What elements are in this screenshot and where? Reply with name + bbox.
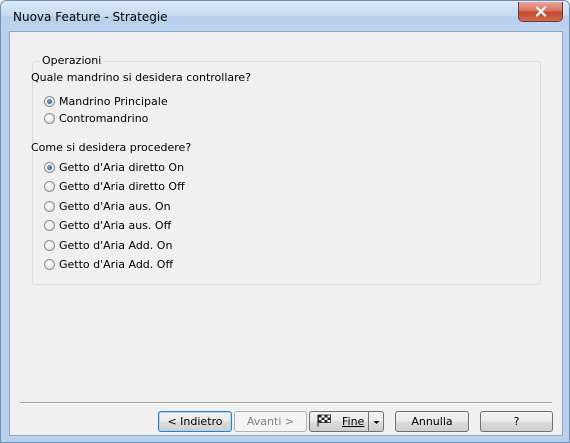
operations-groupbox: Operazioni Quale mandrino si desidera co… [31,54,541,285]
groupbox-title: Operazioni [40,54,104,67]
help-button[interactable]: ? [480,411,553,432]
checkered-flag-icon [316,414,332,430]
radio-getto-aus-off[interactable]: Getto d'Aria aus. Off [44,217,171,233]
radio-button[interactable] [44,219,55,231]
next-button[interactable]: Avanti > [234,411,307,432]
radio-label: Getto d'Aria aus. On [59,199,171,213]
radio-contromandrino[interactable]: Contromandrino [44,110,148,126]
procedure-question: Come si desidera procedere? [31,141,192,154]
radio-label: Getto d'Aria Add. On [59,238,173,252]
close-button[interactable] [518,2,563,22]
radio-label: Contromandrino [59,111,149,125]
radio-button[interactable] [44,239,55,251]
radio-label: Getto d'Aria diretto Off [59,179,185,193]
radio-button[interactable] [44,180,55,192]
radio-mandrino-principale[interactable]: Mandrino Principale [44,93,168,109]
radio-label: Mandrino Principale [59,94,168,108]
radio-button[interactable] [44,112,55,124]
cancel-button[interactable]: Annulla [395,411,469,432]
radio-button-checked[interactable] [44,161,55,173]
radio-getto-diretto-on[interactable]: Getto d'Aria diretto On [44,159,184,175]
button-separator [20,402,552,404]
radio-button[interactable] [44,258,55,270]
finish-dropdown-button[interactable] [368,412,383,431]
radio-label: Getto d'Aria Add. Off [59,257,174,271]
spindle-question: Quale mandrino si desidera controllare? [31,71,252,84]
radio-button[interactable] [44,200,55,212]
close-icon [535,6,547,17]
back-button[interactable]: < Indietro [158,411,232,432]
finish-label: Fine [342,415,365,428]
dropdown-arrow-icon [373,415,380,428]
radio-label: Getto d'Aria aus. Off [59,218,172,232]
finish-button[interactable]: Fine [309,411,384,432]
radio-getto-add-on[interactable]: Getto d'Aria Add. On [44,237,172,253]
radio-button-checked[interactable] [44,95,55,107]
dialog-window: Nuova Feature - Strategie Operazioni Qua… [0,0,570,443]
radio-getto-add-off[interactable]: Getto d'Aria Add. Off [44,256,173,272]
dialog-body: Operazioni Quale mandrino si desidera co… [9,31,563,436]
radio-getto-aus-on[interactable]: Getto d'Aria aus. On [44,198,171,214]
title-bar[interactable]: Nuova Feature - Strategie [1,1,569,31]
radio-getto-diretto-off[interactable]: Getto d'Aria diretto Off [44,178,185,194]
window-title: Nuova Feature - Strategie [13,10,168,24]
radio-label: Getto d'Aria diretto On [59,160,185,174]
